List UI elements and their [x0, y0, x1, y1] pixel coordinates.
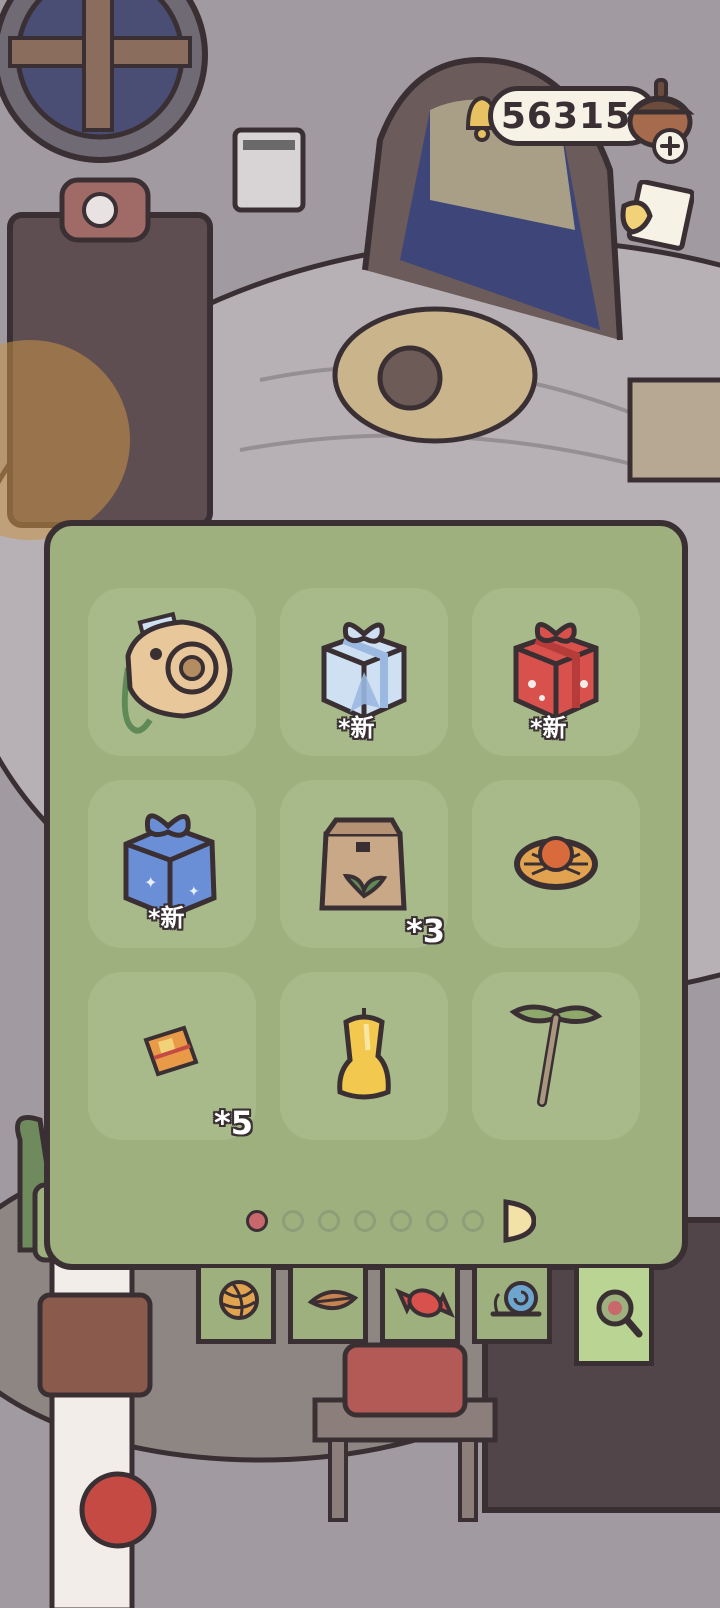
- page-indicator: [240, 1198, 540, 1246]
- plus-icon: [660, 136, 680, 156]
- inventory-slot-9[interactable]: [472, 972, 640, 1140]
- inventory-slot-4[interactable]: ✦ ✦ *新: [88, 780, 256, 948]
- page-dot-1[interactable]: [246, 1210, 268, 1232]
- page-dot-4[interactable]: [354, 1210, 376, 1232]
- tab-search[interactable]: [574, 1268, 654, 1366]
- yarn-ball-icon: [219, 1280, 259, 1320]
- svg-text:✦: ✦: [188, 884, 200, 900]
- next-page-button[interactable]: [500, 1198, 537, 1244]
- candle-icon: [337, 1008, 391, 1100]
- page-dot-5[interactable]: [390, 1210, 412, 1232]
- inventory-slot-8[interactable]: [280, 972, 448, 1140]
- new-badge: *新: [148, 904, 185, 932]
- inventory-slot-1[interactable]: [88, 588, 256, 756]
- tab-leaf[interactable]: [288, 1268, 368, 1344]
- quantity-badge: *3: [406, 912, 445, 950]
- tab-candy[interactable]: [380, 1268, 460, 1344]
- snail-icon: [490, 1281, 542, 1317]
- svg-text:✦: ✦: [144, 873, 157, 892]
- inventory-slot-5[interactable]: *3: [280, 780, 448, 950]
- mail-button[interactable]: [614, 179, 696, 254]
- add-coins-button[interactable]: [652, 128, 688, 164]
- inventory-slot-2[interactable]: *新: [280, 588, 448, 756]
- new-badge: *新: [530, 714, 567, 742]
- page-dot-2[interactable]: [282, 1210, 304, 1232]
- page-dot-6[interactable]: [426, 1210, 448, 1232]
- inventory-slot-3[interactable]: *新: [472, 588, 640, 756]
- leaf-icon: [307, 1290, 359, 1310]
- tab-yarn[interactable]: [196, 1268, 276, 1344]
- hat-icon: [514, 836, 598, 890]
- tab-snail[interactable]: [472, 1268, 552, 1344]
- bamboo-copter-icon: [509, 1004, 603, 1107]
- quantity-badge: *5: [214, 1104, 253, 1142]
- candy-icon: [395, 1288, 455, 1318]
- inventory-slot-7[interactable]: *5: [88, 972, 256, 1142]
- camera-icon: [121, 611, 233, 734]
- page-dot-3[interactable]: [318, 1210, 340, 1232]
- inventory-slot-6[interactable]: [472, 780, 640, 948]
- next-arrow-icon: [503, 1199, 537, 1243]
- magnifier-icon: [596, 1289, 643, 1338]
- inventory-panel: *新 *新 ✦ ✦ *新 *3 *5: [44, 520, 688, 1270]
- new-badge: *新: [338, 714, 375, 742]
- letter-icon: [620, 179, 696, 251]
- page-dot-7[interactable]: [462, 1210, 484, 1232]
